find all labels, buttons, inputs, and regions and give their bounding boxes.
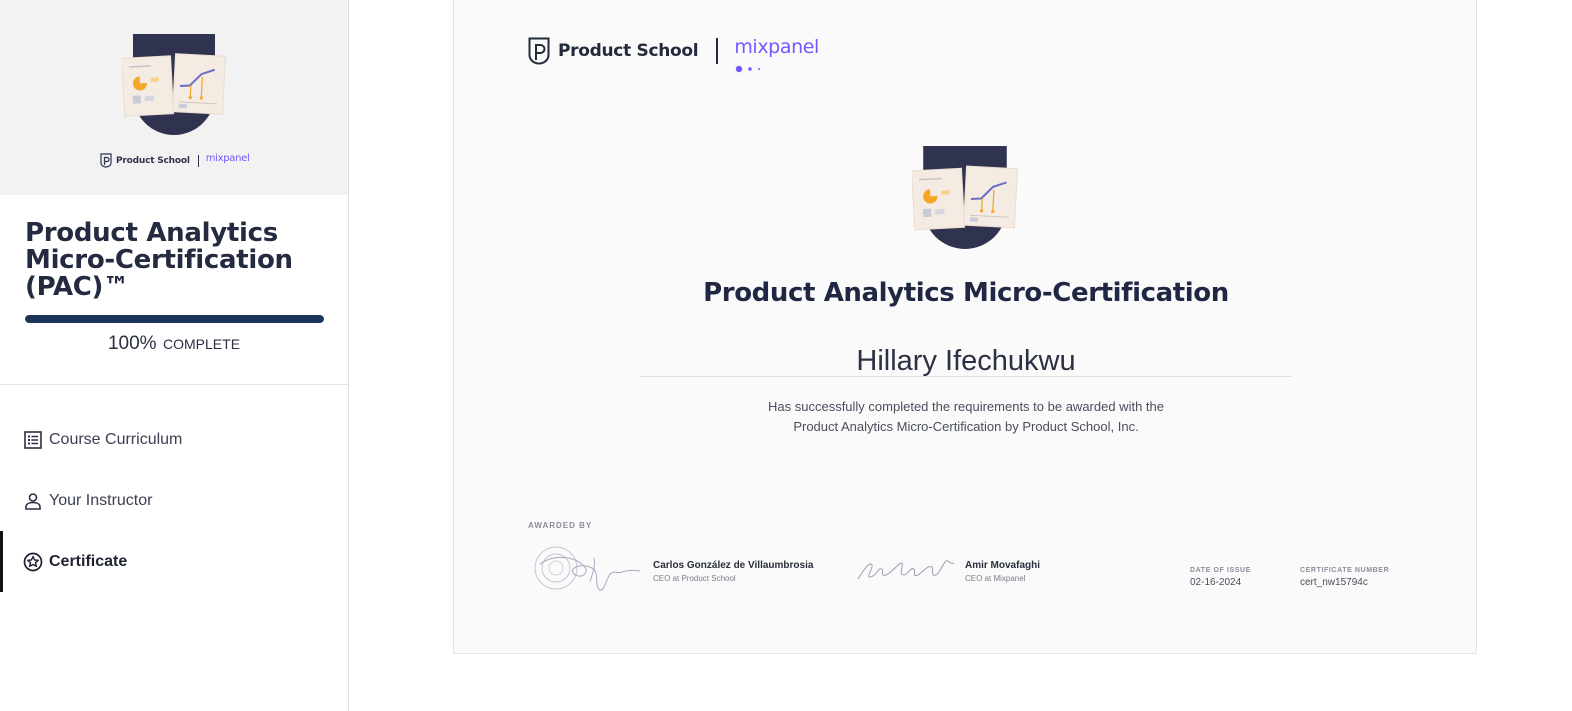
product-school-wordmark: Product School — [116, 155, 190, 166]
course-logos: Product School mixpanel — [100, 153, 250, 168]
certificate-description: Has successfully completed the requireme… — [454, 397, 1478, 437]
signer-amir: Amir Movafaghi CEO at Mixpanel — [965, 560, 1040, 583]
progress-percent: 100% — [107, 333, 157, 354]
recipient-name: Hillary Ifechukwu — [856, 345, 1076, 377]
logo-divider — [197, 154, 199, 167]
nav-item-certificate[interactable]: Certificate — [0, 531, 348, 592]
recipient-underline — [640, 376, 1292, 377]
progress-fill — [25, 315, 324, 323]
mixpanel-wordmark: mixpanel — [205, 153, 250, 164]
certificate: Product School mixpanel Product Analytic… — [453, 0, 1477, 654]
badge-star-icon — [23, 552, 43, 572]
nav-item-label: Certificate — [49, 552, 128, 570]
certificate-brand: Product School mixpanel — [528, 36, 819, 73]
person-icon — [23, 491, 43, 511]
nav-item-label: Course Curriculum — [49, 430, 183, 448]
signer-role: CEO at Product School — [653, 574, 736, 583]
product-school-logo-icon — [528, 37, 550, 65]
course-thumbnail: Product School mixpanel — [0, 0, 348, 195]
signer-role: CEO at Mixpanel — [965, 574, 1026, 583]
nav-item-course-curriculum[interactable]: Course Curriculum — [0, 409, 348, 470]
certificate-badge-illustration — [912, 146, 1018, 249]
mixpanel-logo: mixpanel — [734, 36, 819, 73]
certificate-title: Product Analytics Micro-Certification — [703, 278, 1229, 308]
certificate-number-label: CERTIFICATE NUMBER — [1300, 567, 1390, 574]
date-of-issue: DATE OF ISSUE 02-16-2024 — [1190, 567, 1251, 588]
mixpanel-wordmark: mixpanel — [734, 36, 819, 58]
description-line: Has successfully completed the requireme… — [768, 399, 1164, 414]
signer-carlos: Carlos González de Villaumbrosia CEO at … — [653, 560, 813, 583]
logo-divider — [716, 38, 719, 64]
progress-bar — [25, 315, 324, 323]
signature-amir — [857, 560, 955, 580]
description-line: Product Analytics Micro-Certification by… — [793, 419, 1139, 434]
signer-name: Carlos González de Villaumbrosia — [653, 560, 814, 571]
course-info: Product Analytics Micro-Certification (P… — [0, 195, 348, 385]
product-school-wordmark: Product School — [558, 41, 699, 61]
nav-item-your-instructor[interactable]: Your Instructor — [0, 470, 348, 531]
product-school-logo-icon — [100, 153, 112, 168]
signer-name: Amir Movafaghi — [965, 560, 1041, 571]
awarded-by-label: AWARDED BY — [528, 521, 593, 530]
nav-item-label: Your Instructor — [49, 491, 153, 509]
course-nav: Course Curriculum Your Instructor Certif… — [0, 409, 348, 592]
progress-text: 100% COMPLETE — [0, 333, 348, 355]
course-sidebar: Product School mixpanel Product Analytic… — [0, 0, 349, 711]
course-badge-illustration — [122, 34, 226, 135]
list-icon — [23, 430, 43, 450]
progress-label: COMPLETE — [163, 336, 241, 352]
signature-carlos — [534, 546, 641, 591]
mixpanel-dots-icon — [736, 65, 761, 73]
certificate-number: CERTIFICATE NUMBER cert_nw15794c — [1300, 567, 1389, 588]
date-of-issue-label: DATE OF ISSUE — [1190, 567, 1251, 574]
date-of-issue-value: 02-16-2024 — [1190, 577, 1242, 588]
certificate-number-value: cert_nw15794c — [1300, 577, 1368, 588]
course-title: Product Analytics Micro-Certification (P… — [25, 218, 293, 302]
